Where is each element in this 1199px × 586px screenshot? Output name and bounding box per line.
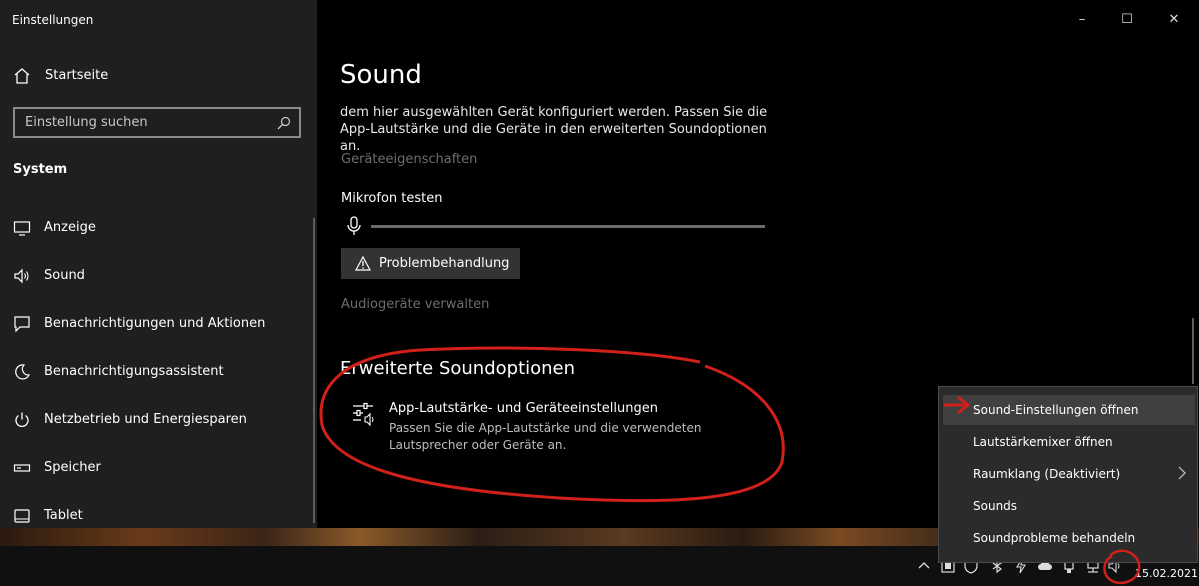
- power-icon: [15, 412, 29, 427]
- sidebar-item-label: Netzbetrieb und Energiesparen: [44, 412, 247, 427]
- device-properties-link[interactable]: Geräteeigenschaften: [341, 152, 477, 167]
- tablet-icon: [14, 509, 30, 523]
- search-input[interactable]: Einstellung suchen: [13, 107, 301, 138]
- mic-level-meter: [371, 225, 765, 228]
- search-icon[interactable]: [277, 116, 291, 130]
- app-title: Einstellungen: [12, 13, 94, 27]
- advanced-sound-heading: Erweiterte Soundoptionen: [340, 358, 576, 379]
- sidebar-item-speicher[interactable]: Speicher: [0, 453, 317, 483]
- sidebar-item-tablet[interactable]: Tablet: [0, 501, 317, 531]
- page-title: Sound: [340, 60, 422, 90]
- app-volume-description: Passen Sie die App-Lautstärke und die ve…: [389, 421, 702, 452]
- sound-description: dem hier ausgewählten Gerät konfiguriert…: [340, 105, 768, 154]
- home-icon: [14, 68, 30, 84]
- sidebar: Einstellungen Startseite Einstellung suc…: [0, 0, 317, 528]
- troubleshoot-label: Problembehandlung: [379, 256, 510, 271]
- section-heading: System: [13, 162, 68, 177]
- sidebar-scrollbar[interactable]: [313, 218, 315, 523]
- main-scrollbar[interactable]: [1192, 318, 1194, 384]
- menu-item-label: Raumklang (Deaktiviert): [973, 467, 1121, 481]
- menu-item-sound-settings[interactable]: Sound-Einstellungen öffnen: [943, 395, 1195, 425]
- close-button[interactable]: ✕: [1162, 8, 1186, 32]
- app-volume-title: App-Lautstärke- und Geräteeinstellungen: [389, 401, 658, 416]
- menu-item-sounds[interactable]: Sounds: [943, 491, 1195, 521]
- sidebar-item-label: Anzeige: [44, 220, 96, 235]
- manage-audio-devices-link[interactable]: Audiogeräte verwalten: [341, 297, 489, 312]
- app-volume-settings-item[interactable]: App-Lautstärke- und Geräteeinstellungen …: [351, 400, 791, 460]
- taskbar-date[interactable]: 15.02.2021: [1135, 567, 1198, 580]
- microphone-icon: [347, 216, 361, 235]
- menu-item-volume-mixer[interactable]: Lautstärkemixer öffnen: [943, 427, 1195, 457]
- maximize-button[interactable]: ☐: [1115, 8, 1139, 32]
- home-label: Startseite: [45, 68, 109, 83]
- menu-item-spatial-sound[interactable]: Raumklang (Deaktiviert): [943, 459, 1195, 489]
- sidebar-item-netzbetrieb[interactable]: Netzbetrieb und Energiesparen: [0, 405, 317, 435]
- mixer-icon: [353, 402, 374, 427]
- sidebar-item-benachrichtigungen[interactable]: Benachrichtigungen und Aktionen: [0, 309, 317, 339]
- sidebar-item-home[interactable]: Startseite: [0, 62, 317, 90]
- minimize-button[interactable]: –: [1070, 8, 1094, 32]
- menu-item-troubleshoot-sound[interactable]: Soundprobleme behandeln: [943, 523, 1195, 553]
- sidebar-item-label: Tablet: [44, 508, 83, 523]
- troubleshoot-button[interactable]: Problembehandlung: [341, 248, 520, 279]
- sidebar-item-anzeige[interactable]: Anzeige: [0, 213, 317, 243]
- search-placeholder: Einstellung suchen: [25, 115, 148, 130]
- menu-item-label: Sound-Einstellungen öffnen: [973, 403, 1139, 417]
- moon-icon: [15, 364, 31, 380]
- sidebar-item-label: Benachrichtigungen und Aktionen: [44, 316, 266, 331]
- monitor-icon: [13, 221, 31, 236]
- sidebar-item-label: Benachrichtigungsassistent: [44, 364, 224, 379]
- menu-item-label: Lautstärkemixer öffnen: [973, 435, 1113, 449]
- speaker-icon: [14, 268, 29, 284]
- menu-item-label: Soundprobleme behandeln: [973, 531, 1136, 545]
- sidebar-item-sound[interactable]: Sound: [0, 261, 317, 291]
- menu-item-label: Sounds: [973, 499, 1018, 513]
- sidebar-item-label: Speicher: [44, 460, 101, 475]
- sidebar-item-label: Sound: [44, 268, 85, 283]
- notification-icon: [14, 316, 30, 333]
- mic-test-heading: Mikrofon testen: [341, 191, 443, 206]
- warning-icon: [355, 256, 371, 271]
- volume-context-menu: Sound-Einstellungen öffnen Lautstärkemix…: [938, 386, 1198, 563]
- chevron-up-icon[interactable]: [916, 558, 932, 574]
- sidebar-item-benachrichtigungsassistent[interactable]: Benachrichtigungsassistent: [0, 357, 317, 387]
- storage-icon: [13, 464, 31, 472]
- chevron-right-icon: [1178, 466, 1186, 480]
